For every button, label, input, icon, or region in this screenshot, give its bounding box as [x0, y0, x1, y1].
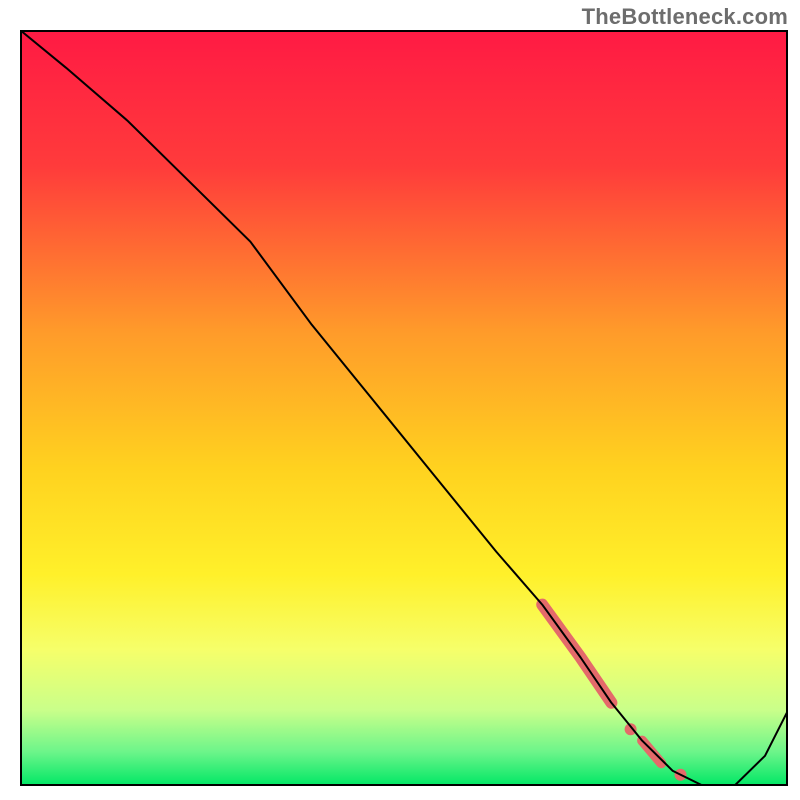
gradient-background	[20, 30, 788, 786]
plot-area	[20, 30, 788, 786]
watermark-label: TheBottleneck.com	[582, 4, 788, 30]
bottleneck-chart	[0, 0, 800, 800]
chart-stage: TheBottleneck.com	[0, 0, 800, 800]
